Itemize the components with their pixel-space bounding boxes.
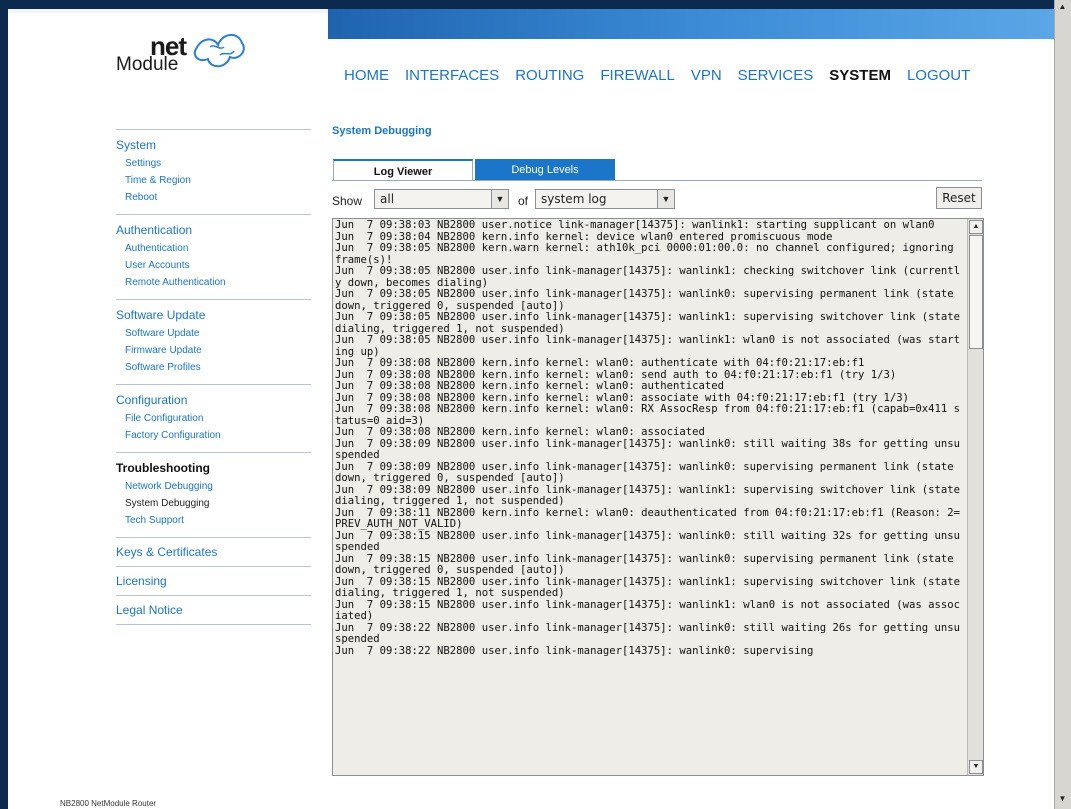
puzzle-logo-icon [193,34,245,68]
sidebar-item-tech-support[interactable]: Tech Support [116,512,311,529]
sidebar-item-software-update[interactable]: Software Update [116,325,311,342]
tab-bar: Log Viewer Debug Levels [333,159,615,181]
nav-vpn[interactable]: VPN [691,67,722,84]
scroll-up-icon[interactable]: ▲ [969,220,983,234]
header-band [328,9,1055,39]
sidebar-group: Authentication Authentication User Account… [116,214,311,299]
sidebar-group-system[interactable]: System [116,138,311,152]
sidebar-item-user-accounts[interactable]: User Accounts [116,257,311,274]
footer-text: NB2800 NetModule Router [60,799,157,808]
nav-system[interactable]: SYSTEM [829,67,891,84]
sidebar-item-software-profiles[interactable]: Software Profiles [116,359,311,376]
scrollbar-thumb[interactable] [969,235,983,349]
top-navigation: HOME INTERFACES ROUTING FIREWALL VPN SERVICES… [344,67,986,84]
sidebar-item-authentication[interactable]: Authentication [116,240,311,257]
sidebar-group: Configuration File Configuration Factory C… [116,384,311,452]
page-title: System Debugging [332,125,432,137]
nav-routing[interactable]: ROUTING [515,67,584,84]
log-source-value: system log [541,192,607,206]
sidebar-group-legal-notice[interactable]: Legal Notice [116,603,311,617]
sidebar-group: System Settings Time & Region Reboot [116,129,311,214]
log-text: Jun 7 09:38:03 NB2800 user.notice link-m… [335,219,961,657]
sidebar-divider [116,624,311,625]
reset-button[interactable]: Reset [936,187,982,209]
nav-firewall[interactable]: FIREWALL [600,67,674,84]
header-band-left [8,9,328,13]
nav-services[interactable]: SERVICES [738,67,814,84]
sidebar-item-reboot[interactable]: Reboot [116,189,311,206]
sidebar-item-remote-authentication[interactable]: Remote Authentication [116,274,311,291]
sidebar-item-factory-configuration[interactable]: Factory Configuration [116,427,311,444]
scroll-down-icon[interactable]: ▼ [1056,794,1069,807]
log-scrollbar[interactable]: ▲ ▼ [967,219,983,775]
nav-home[interactable]: HOME [344,67,389,84]
sidebar-group-software-update[interactable]: Software Update [116,308,311,322]
nav-interfaces[interactable]: INTERFACES [405,67,499,84]
sidebar-group: Troubleshooting Network Debugging System D… [116,452,311,537]
main-content: System Debugging Log Viewer Debug Levels… [332,125,992,776]
tab-log-viewer[interactable]: Log Viewer [333,159,473,181]
sidebar-group-authentication[interactable]: Authentication [116,223,311,237]
sidebar-group: Keys & Certificates [116,537,311,566]
sidebar-item-file-configuration[interactable]: File Configuration [116,410,311,427]
sidebar-item-network-debugging[interactable]: Network Debugging [116,478,311,495]
sidebar-item-firmware-update[interactable]: Firmware Update [116,342,311,359]
sidebar-group-keys-certificates[interactable]: Keys & Certificates [116,545,311,559]
sidebar-group-troubleshooting[interactable]: Troubleshooting [116,461,311,475]
show-label: Show [332,194,363,208]
sidebar-item-settings[interactable]: Settings [116,155,311,172]
logo-word-module: Module [116,54,179,75]
window-scrollbar[interactable]: ▲ ▼ [1054,0,1071,809]
chevron-down-icon: ▼ [657,190,674,208]
sidebar-item-time-region[interactable]: Time & Region [116,172,311,189]
show-select[interactable]: all ▼ [374,189,509,209]
of-label: of [518,194,529,208]
tab-divider [332,180,982,181]
sidebar: System Settings Time & Region Reboot Authent… [116,129,311,625]
sidebar-group-configuration[interactable]: Configuration [116,393,311,407]
scroll-up-icon[interactable]: ▲ [1056,2,1069,15]
browser-viewport: net Module HOME INTERFACES ROUTING FIREWALL… [8,9,1055,809]
sidebar-group-licensing[interactable]: Licensing [116,574,311,588]
netmodule-logo[interactable]: net Module [116,31,246,81]
sidebar-group: Licensing [116,566,311,595]
chevron-down-icon: ▼ [491,190,508,208]
log-filters: Show all ▼ of system log ▼ Reset [332,187,982,213]
sidebar-group: Legal Notice [116,595,311,624]
sidebar-group: Software Update Software Update Firmware U… [116,299,311,384]
nav-logout[interactable]: LOGOUT [907,67,970,84]
scroll-down-icon[interactable]: ▼ [969,760,983,774]
sidebar-item-system-debugging[interactable]: System Debugging [116,495,311,512]
tab-debug-levels[interactable]: Debug Levels [475,159,615,181]
show-select-value: all [380,192,395,206]
log-source-select[interactable]: system log ▼ [535,189,675,209]
log-viewer-textarea[interactable]: Jun 7 09:38:03 NB2800 user.notice link-m… [332,218,984,776]
